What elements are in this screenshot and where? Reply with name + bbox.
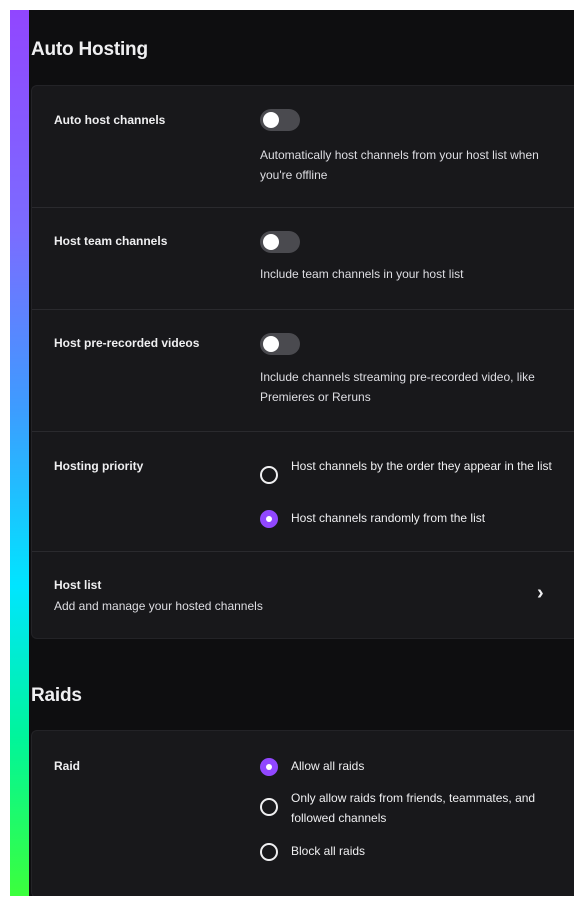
side-gradient-bar	[10, 10, 29, 896]
toggle-knob	[263, 336, 279, 352]
radio-unchecked[interactable]	[260, 466, 278, 484]
raid-allow-all-option[interactable]: Allow all raids	[260, 756, 560, 778]
auto-host-label: Auto host channels	[54, 113, 166, 127]
host-team-label: Host team channels	[54, 234, 168, 248]
auto-host-row: Auto host channels Automatically host ch…	[32, 86, 574, 208]
host-prerecorded-description: Include channels streaming pre-recorded …	[260, 370, 535, 404]
raid-block-all-option[interactable]: Block all raids	[260, 841, 560, 863]
radio-checked[interactable]	[260, 758, 278, 776]
host-team-description: Include team channels in your host list	[260, 267, 464, 281]
host-prerecorded-toggle[interactable]	[260, 333, 300, 355]
priority-random-label: Host channels randomly from the list	[291, 511, 486, 525]
host-list-subtitle: Add and manage your hosted channels	[54, 599, 263, 613]
host-prerecorded-row: Host pre-recorded videos Include channel…	[32, 310, 574, 432]
radio-checked[interactable]	[260, 510, 278, 528]
raid-allow-all-label: Allow all raids	[291, 759, 365, 773]
toggle-knob	[263, 234, 279, 250]
raid-row: Raid Allow all raids Only allow raids fr…	[32, 731, 574, 896]
hosting-priority-row: Hosting priority Host channels by the or…	[32, 432, 574, 552]
auto-host-toggle[interactable]	[260, 109, 300, 131]
host-list-label: Host list	[54, 578, 102, 592]
priority-order-label: Host channels by the order they appear i…	[291, 459, 552, 473]
raid-friends-label: Only allow raids from friends, teammates…	[291, 791, 536, 825]
priority-order-option[interactable]: Host channels by the order they appear i…	[260, 456, 560, 498]
raids-title: Raids	[31, 685, 82, 706]
host-list-row[interactable]: Host list Add and manage your hosted cha…	[32, 552, 574, 638]
host-prerecorded-label: Host pre-recorded videos	[54, 336, 200, 350]
radio-unchecked[interactable]	[260, 843, 278, 861]
raid-block-all-label: Block all raids	[291, 844, 366, 858]
auto-hosting-title: Auto Hosting	[31, 39, 148, 60]
radio-unchecked[interactable]	[260, 798, 278, 816]
settings-panel: Auto Hosting Auto host channels Automati…	[29, 10, 574, 896]
host-team-toggle[interactable]	[260, 231, 300, 253]
auto-hosting-card: Auto host channels Automatically host ch…	[31, 85, 574, 639]
raid-friends-option[interactable]: Only allow raids from friends, teammates…	[260, 788, 560, 830]
priority-random-option[interactable]: Host channels randomly from the list	[260, 508, 560, 530]
raids-card: Raid Allow all raids Only allow raids fr…	[31, 730, 574, 896]
hosting-priority-label: Hosting priority	[54, 459, 144, 473]
chevron-right-icon: ›	[537, 582, 544, 604]
toggle-knob	[263, 112, 279, 128]
raid-label: Raid	[54, 759, 81, 773]
host-team-row: Host team channels Include team channels…	[32, 208, 574, 310]
auto-host-description: Automatically host channels from your ho…	[260, 148, 539, 182]
